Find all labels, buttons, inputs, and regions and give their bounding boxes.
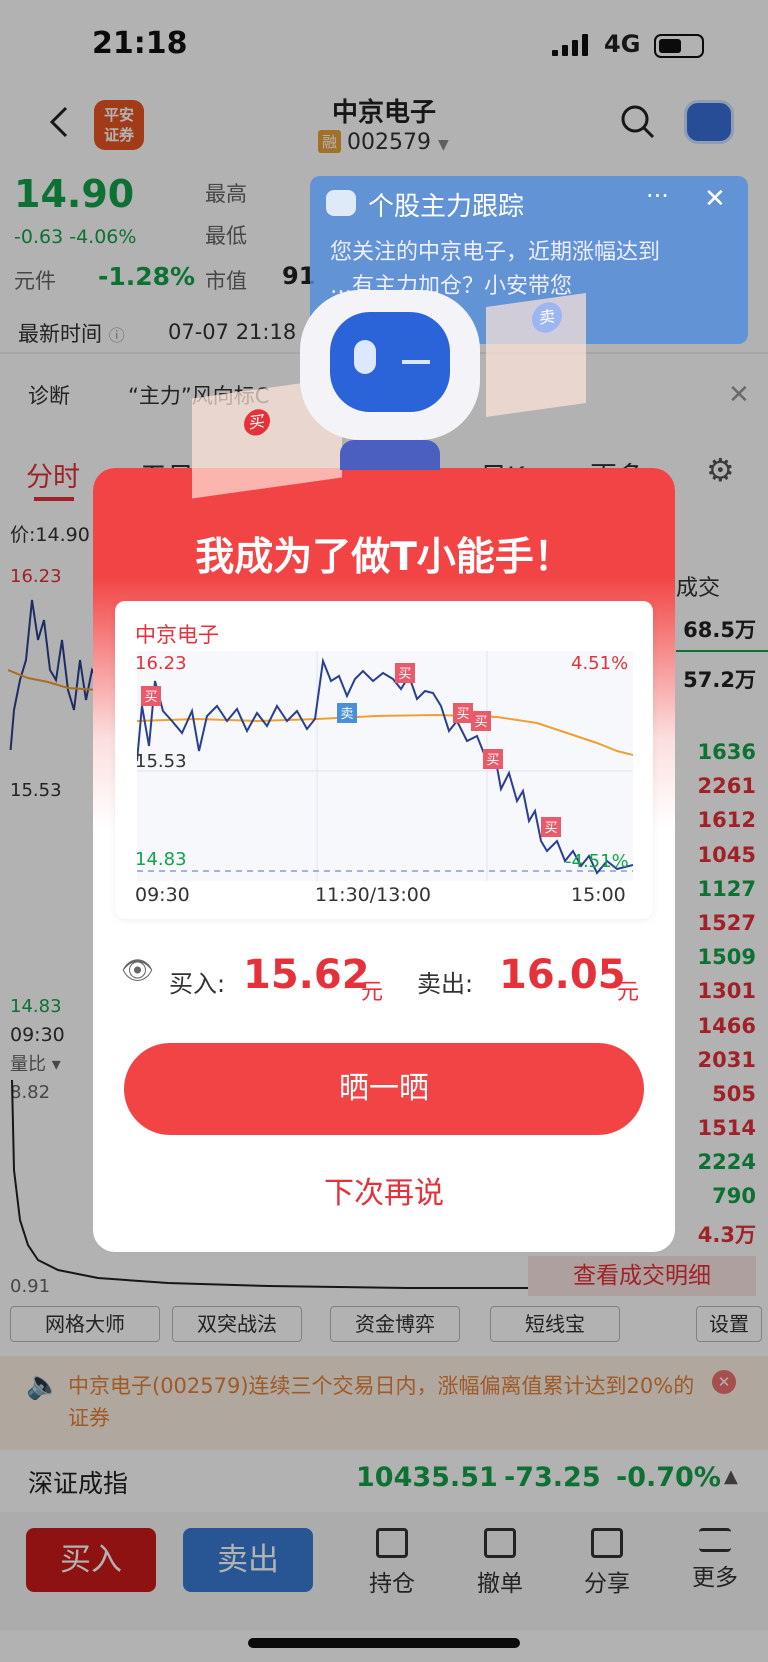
- buy-unit: 元: [361, 980, 384, 1005]
- sell-unit: 元: [617, 980, 640, 1005]
- banner-title: 个股主力跟踪: [368, 192, 525, 222]
- sell-price: 16.05: [499, 952, 626, 998]
- sell-label: 卖出:: [417, 970, 474, 998]
- popup-y-mid: 15.53: [135, 751, 187, 772]
- trade-chart-card: 中京电子 买卖买买买买买 16.23 15.53 14.83 4.51% -4.…: [115, 601, 653, 919]
- popup-title: 我成为了做T小能手！: [195, 535, 573, 580]
- buy-marker-label: 买: [474, 715, 487, 730]
- eye-icon[interactable]: 👁: [121, 956, 154, 986]
- popup-price-chart: 买卖买买买买买: [137, 651, 633, 881]
- sell-marker-label: 卖: [340, 707, 353, 722]
- robot-icon: [326, 190, 356, 216]
- buy-marker-label: 买: [486, 753, 499, 768]
- card-stock-name: 中京电子: [135, 623, 219, 647]
- close-banner-icon[interactable]: ✕: [704, 184, 726, 214]
- later-button[interactable]: 下次再说: [93, 1168, 675, 1212]
- robot-mascot: [290, 270, 490, 470]
- buy-marker-label: 买: [144, 690, 157, 705]
- popup-x-end: 15:00: [571, 884, 626, 906]
- popup-pct-low: -4.51%: [565, 851, 629, 872]
- mascot-buy-tag: 买: [244, 407, 270, 438]
- more-dots-icon[interactable]: ···: [646, 182, 669, 210]
- popup-x-start: 09:30: [135, 884, 190, 906]
- popup-x-mid: 11:30/13:00: [315, 884, 431, 906]
- popup-pct-high: 4.51%: [571, 653, 629, 674]
- buy-marker-label: 买: [544, 821, 557, 836]
- buy-marker-label: 买: [456, 707, 469, 722]
- buy-label: 买入:: [169, 970, 226, 998]
- share-show-button[interactable]: 晒一晒: [124, 1043, 644, 1135]
- popup-y-low: 14.83: [135, 849, 187, 870]
- buy-marker-label: 买: [398, 667, 411, 682]
- buy-price: 15.62: [243, 952, 370, 998]
- mascot-sell-card: 卖: [486, 292, 586, 418]
- banner-line1: 您关注的中京电子，近期涨幅达到: [330, 240, 661, 265]
- popup-y-high: 16.23: [135, 653, 187, 674]
- achievement-popup: 我成为了做T小能手！ 中京电子 买卖买买买买买 16.23 15.53 14.8…: [93, 468, 675, 1252]
- mascot-sell-tag: 卖: [532, 300, 562, 335]
